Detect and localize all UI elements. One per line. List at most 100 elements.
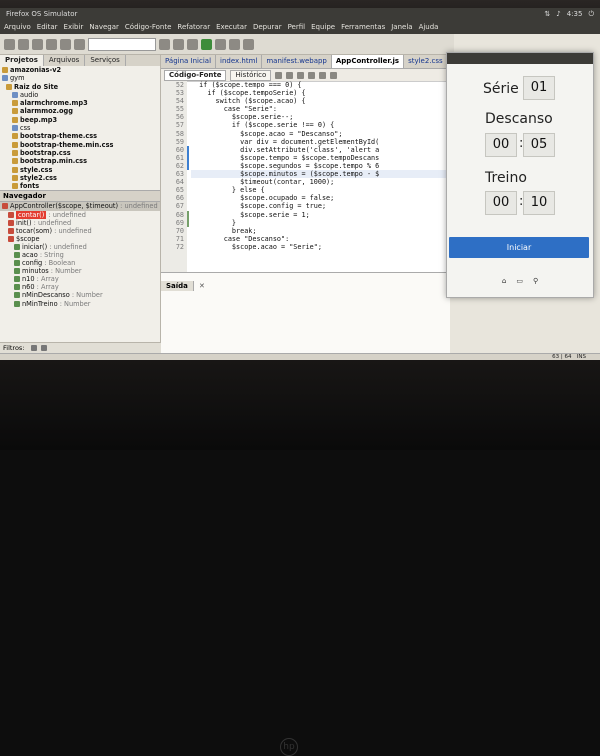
tree-item[interactable]: bootstrap-theme.min.css — [0, 141, 160, 149]
save-all-icon[interactable] — [46, 38, 57, 50]
code-line: $scope.acao = "Descanso"; — [191, 129, 343, 138]
navigator-item-name: $scope — [16, 234, 40, 243]
menu-item-executar[interactable]: Executar — [216, 21, 247, 34]
line-number: 60 — [175, 145, 184, 154]
volume-icon[interactable]: ♪ — [556, 8, 560, 21]
redo-icon[interactable] — [74, 38, 85, 50]
navigator-item[interactable]: nMinTreino : Number — [0, 300, 160, 308]
shift-right-icon[interactable] — [330, 71, 338, 79]
treino-seconds-input[interactable]: 10 — [523, 191, 555, 215]
menu-item-navegar[interactable]: Navegar — [89, 21, 119, 34]
navigator-item[interactable]: acao : String — [0, 251, 160, 259]
navigator-item[interactable]: tocar(som) : undefined — [0, 227, 160, 235]
debug-icon[interactable] — [215, 38, 226, 50]
navigator-item[interactable]: iniciar() : undefined — [0, 243, 160, 251]
tab-index-html[interactable]: index.html — [216, 55, 263, 68]
status-bar: 63 | 64 INS — [0, 353, 600, 360]
menu-item-editar[interactable]: Editar — [37, 21, 58, 34]
code-line: $scope.serie--; — [191, 113, 294, 122]
tree-item[interactable]: style.css — [0, 166, 160, 174]
power-icon[interactable]: ⏻ — [588, 8, 594, 21]
menu-item-refatorar[interactable]: Refatorar — [177, 21, 210, 34]
code-area[interactable]: 52 53 54 55 56 57 58 59 60 61 62 63 64 65 66 67 68 69 70 71… — [161, 81, 450, 272]
navigator-item[interactable]: n60 : Array — [0, 283, 160, 291]
location-icon[interactable]: ⚲ — [533, 275, 538, 288]
tab-codigo-fonte[interactable]: Código-Fonte — [164, 69, 227, 81]
memory-icon[interactable] — [243, 38, 254, 50]
menu-item-perfil[interactable]: Perfil — [288, 21, 306, 34]
treino-label: Treino — [485, 170, 527, 186]
menu-item-exibir[interactable]: Exibir — [64, 21, 84, 34]
menu-item-ajuda[interactable]: Ajuda — [419, 21, 439, 34]
clean-build-icon[interactable] — [173, 38, 184, 50]
navigator-item[interactable]: minutos : Number — [0, 267, 160, 275]
tree-item[interactable]: bootstrap.css — [0, 149, 160, 157]
configuration-select[interactable] — [88, 37, 156, 51]
network-icon[interactable]: ⇅ — [544, 8, 550, 21]
menu-item-depurar[interactable]: Depurar — [253, 21, 282, 34]
tree-item[interactable]: bootstrap-theme.css — [0, 132, 160, 140]
tab-historico[interactable]: Histórico — [230, 69, 272, 81]
navigator-item[interactable]: contar() : undefined — [0, 210, 160, 219]
tab-appcontroller-js[interactable]: AppController.js — [331, 55, 405, 68]
navigator-item[interactable]: config : Boolean — [0, 259, 160, 267]
menu-item-ferramentas[interactable]: Ferramentas — [341, 21, 385, 34]
filter-icon[interactable] — [40, 345, 47, 351]
code-line: break; — [191, 226, 257, 235]
descanso-seconds-input[interactable]: 05 — [523, 133, 555, 157]
field-icon — [14, 260, 20, 267]
tree-item[interactable]: style2.css — [0, 174, 160, 182]
browser-icon[interactable] — [159, 38, 170, 50]
navigator-item[interactable]: n10 : Array — [0, 275, 160, 283]
menu-item-janela[interactable]: Janela — [391, 21, 412, 34]
tab-style2-css[interactable]: style2.css — [404, 55, 448, 68]
navigator-item[interactable]: init() : undefined — [0, 219, 160, 227]
descanso-minutes-input[interactable]: 00 — [485, 133, 517, 157]
forward-icon[interactable] — [286, 71, 294, 79]
tree-item[interactable]: Raiz do Site — [0, 83, 160, 91]
line-number: 68 — [175, 210, 184, 219]
tab-pagina-inicial[interactable]: Página Inicial — [161, 55, 217, 68]
tree-item[interactable]: css — [0, 124, 160, 132]
shift-left-icon[interactable] — [319, 71, 327, 79]
tree-item[interactable]: gym — [0, 74, 160, 82]
tree-item[interactable]: bootstrap.min.css — [0, 157, 160, 165]
new-project-icon[interactable] — [18, 38, 29, 50]
folder-icon[interactable]: ▭ — [516, 275, 523, 288]
open-project-icon[interactable] — [32, 38, 43, 50]
tree-item[interactable]: audio — [0, 91, 160, 99]
undo-icon[interactable] — [60, 38, 71, 50]
tree-item[interactable]: alarmchrome.mp3 — [0, 99, 160, 107]
home-icon[interactable]: ⌂ — [502, 275, 506, 288]
tree-item[interactable]: alarmmoz.ogg — [0, 107, 160, 115]
menu-item-equipe[interactable]: Equipe — [311, 21, 335, 34]
tree-item[interactable]: beep.mp3 — [0, 116, 160, 124]
back-icon[interactable] — [275, 71, 283, 79]
menu-item-codigo-fonte[interactable]: Código-Fonte — [125, 21, 172, 34]
close-icon[interactable]: ✕ — [199, 282, 205, 290]
treino-minutes-input[interactable]: 00 — [485, 191, 517, 215]
menu-item-arquivo[interactable]: Arquivo — [4, 21, 31, 34]
filter-icon[interactable] — [30, 345, 37, 351]
tab-saida[interactable]: Saída — [161, 281, 194, 291]
start-button[interactable]: Iniciar — [449, 237, 589, 258]
profile-icon[interactable] — [229, 38, 240, 50]
field-icon — [14, 300, 20, 307]
tab-projetos[interactable]: Projetos — [0, 55, 44, 66]
tab-servicos[interactable]: Serviços — [85, 55, 126, 66]
tree-item[interactable]: fonts — [0, 182, 160, 190]
build-icon[interactable] — [187, 38, 198, 50]
navigator-item-name: n10 — [22, 275, 35, 284]
tab-manifest-webapp[interactable]: manifest.webapp — [262, 55, 332, 68]
toggle-bookmark-icon[interactable] — [308, 71, 316, 79]
search-icon[interactable] — [297, 71, 305, 79]
run-icon[interactable] — [201, 38, 212, 50]
navigator-item[interactable]: nMinDescanso : Number — [0, 291, 160, 299]
field-icon — [14, 292, 20, 299]
new-file-icon[interactable] — [4, 38, 15, 50]
navigator-item[interactable]: $scope — [0, 235, 160, 243]
navigator-item[interactable]: AppController($scope, $timeout) : undefi… — [0, 202, 160, 211]
serie-input[interactable]: 01 — [523, 76, 555, 100]
tab-arquivos[interactable]: Arquivos — [44, 55, 86, 66]
tree-item[interactable]: amazonias-v2 — [0, 66, 160, 74]
